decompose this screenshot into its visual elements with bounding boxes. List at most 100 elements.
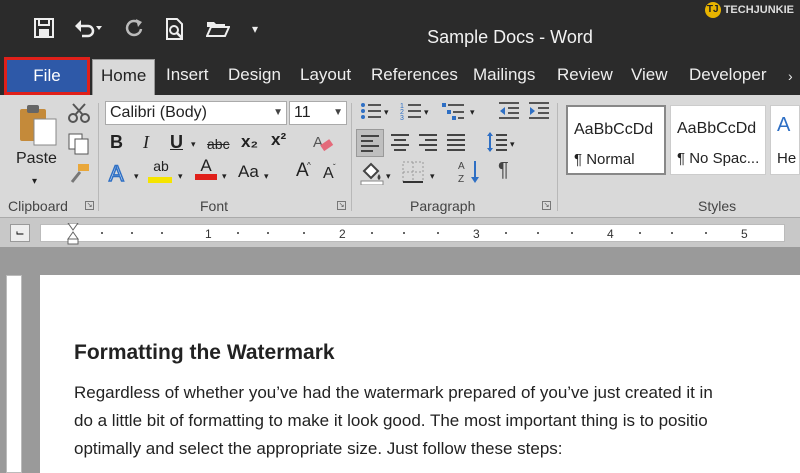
- paragraph-launcher-icon[interactable]: ↘: [542, 201, 551, 210]
- chevron-down-icon: ▼: [333, 107, 343, 118]
- borders-icon[interactable]: [402, 161, 424, 188]
- cut-icon[interactable]: [68, 103, 90, 128]
- svg-text:A: A: [458, 161, 465, 172]
- ribbon: Paste ▾ Clipboard ↘ Calibri (Body) ▼ 11: [0, 95, 800, 217]
- font-name-value: Calibri (Body): [110, 104, 207, 121]
- shading-chevron-icon[interactable]: ▾: [386, 167, 391, 185]
- underline-options-chevron-icon[interactable]: ▾: [191, 135, 196, 153]
- subscript-button[interactable]: x₂: [241, 133, 258, 151]
- tab-references[interactable]: References: [363, 59, 466, 95]
- numbering-chevron-icon[interactable]: ▾: [424, 103, 429, 121]
- highlight-color-button[interactable]: ab: [148, 157, 174, 183]
- paste-button[interactable]: Paste: [16, 150, 57, 168]
- ruler-number: 5: [741, 227, 748, 241]
- document-title: Sample Docs - Word: [427, 27, 593, 47]
- more-tabs-icon[interactable]: ›: [788, 65, 793, 87]
- document-page[interactable]: Formatting the Watermark Regardless of w…: [40, 275, 800, 473]
- numbering-icon[interactable]: 123: [400, 101, 422, 126]
- text-effects-icon[interactable]: A: [108, 160, 130, 190]
- group-divider: [98, 103, 99, 211]
- tab-design[interactable]: Design: [220, 59, 289, 95]
- decrease-indent-icon[interactable]: [498, 101, 520, 126]
- tab-view[interactable]: View: [623, 59, 676, 95]
- group-divider: [351, 103, 352, 211]
- show-hide-marks-button[interactable]: ¶: [498, 160, 509, 180]
- justify-icon[interactable]: [446, 133, 466, 156]
- bullets-icon[interactable]: [360, 101, 382, 126]
- ruler-number: 2: [339, 227, 346, 241]
- align-right-icon[interactable]: [418, 133, 438, 156]
- ruler-track[interactable]: 1 2 3 4 5: [40, 222, 785, 245]
- indent-marker-icon[interactable]: [67, 222, 79, 250]
- highlight-chevron-icon[interactable]: ▾: [178, 167, 183, 185]
- sort-icon[interactable]: AZ: [458, 159, 482, 190]
- font-label: Font: [200, 198, 229, 214]
- bullets-chevron-icon[interactable]: ▾: [384, 103, 389, 121]
- paste-icon[interactable]: [18, 103, 60, 152]
- style-heading[interactable]: A He: [770, 105, 800, 175]
- styles-label: Styles: [698, 198, 737, 214]
- format-painter-icon[interactable]: [70, 163, 90, 188]
- line-spacing-chevron-icon[interactable]: ▾: [510, 135, 515, 153]
- word-window: ▾ Sample Docs - Word TJ TECHJUNKIE File …: [0, 0, 800, 473]
- line-spacing-icon[interactable]: [486, 131, 508, 158]
- style-sample: A: [777, 114, 791, 136]
- svg-text:Z: Z: [458, 174, 464, 185]
- text-effects-chevron-icon[interactable]: ▾: [134, 167, 139, 185]
- tab-home[interactable]: Home: [92, 59, 156, 95]
- style-sample: AaBbCcDd: [677, 120, 757, 137]
- copy-icon[interactable]: [68, 133, 90, 160]
- font-size-select[interactable]: 11 ▼: [289, 101, 347, 125]
- increase-indent-icon[interactable]: [528, 101, 550, 126]
- clipboard-launcher-icon[interactable]: ↘: [85, 201, 94, 210]
- caret-up-icon: ^: [307, 161, 311, 170]
- style-no-spacing[interactable]: AaBbCcDd ¶ No Spac...: [670, 105, 766, 175]
- underline-button[interactable]: U: [170, 133, 183, 151]
- ribbon-tabs: File Home Insert Design Layout Reference…: [0, 55, 800, 95]
- multilevel-chevron-icon[interactable]: ▾: [470, 103, 475, 121]
- font-launcher-icon[interactable]: ↘: [337, 201, 346, 210]
- watermark-text: TECHJUNKIE: [723, 4, 794, 16]
- italic-button[interactable]: I: [143, 133, 149, 151]
- font-color-button[interactable]: A: [195, 157, 217, 180]
- highlight-color-swatch: [148, 177, 172, 183]
- paragraph-line: Regardless of whether you’ve had the wat…: [74, 383, 713, 402]
- techjunkie-watermark: TJ TECHJUNKIE: [704, 2, 794, 18]
- tab-insert[interactable]: Insert: [158, 59, 217, 95]
- superscript-button[interactable]: x²: [271, 131, 286, 149]
- group-divider: [557, 103, 558, 211]
- paragraph-line: do a little bit of formatting to make it…: [74, 411, 708, 430]
- clipboard-label: Clipboard: [8, 198, 68, 214]
- bold-button[interactable]: B: [110, 133, 123, 151]
- clear-formatting-icon[interactable]: A: [312, 132, 334, 159]
- style-sample: AaBbCcDd: [574, 121, 654, 138]
- style-name: ¶ No Spac...: [677, 150, 760, 167]
- change-case-button[interactable]: Aa: [238, 163, 259, 181]
- strikethrough-button[interactable]: abc: [207, 135, 230, 153]
- font-name-select[interactable]: Calibri (Body) ▼: [105, 101, 287, 125]
- ruler-number: 1: [205, 227, 212, 241]
- align-center-icon[interactable]: [390, 133, 410, 156]
- chevron-down-icon: ▼: [273, 107, 283, 118]
- tab-mailings[interactable]: Mailings: [465, 59, 543, 95]
- align-left-button[interactable]: [356, 129, 384, 157]
- font-color-chevron-icon[interactable]: ▾: [222, 167, 227, 185]
- borders-chevron-icon[interactable]: ▾: [430, 167, 435, 185]
- shading-icon[interactable]: [360, 161, 384, 190]
- tab-layout[interactable]: Layout: [292, 59, 359, 95]
- change-case-chevron-icon[interactable]: ▾: [264, 167, 269, 185]
- paste-options-chevron-icon[interactable]: ▾: [32, 173, 37, 191]
- style-name: ¶ Normal: [574, 151, 635, 168]
- caret-down-icon: ˇ: [333, 163, 336, 172]
- tab-review[interactable]: Review: [549, 59, 621, 95]
- tab-selector-icon[interactable]: ⌙: [10, 224, 30, 242]
- paragraph-line: optimally and select the appropriate siz…: [74, 439, 563, 458]
- vertical-ruler[interactable]: [6, 275, 22, 473]
- style-normal[interactable]: AaBbCcDd ¶ Normal: [566, 105, 666, 175]
- tab-developer[interactable]: Developer: [681, 59, 775, 95]
- multilevel-list-icon[interactable]: [442, 101, 466, 126]
- tab-file[interactable]: File: [4, 57, 90, 95]
- ruler-number: 3: [473, 227, 480, 241]
- svg-text:A: A: [313, 134, 323, 151]
- svg-text:A: A: [109, 161, 124, 185]
